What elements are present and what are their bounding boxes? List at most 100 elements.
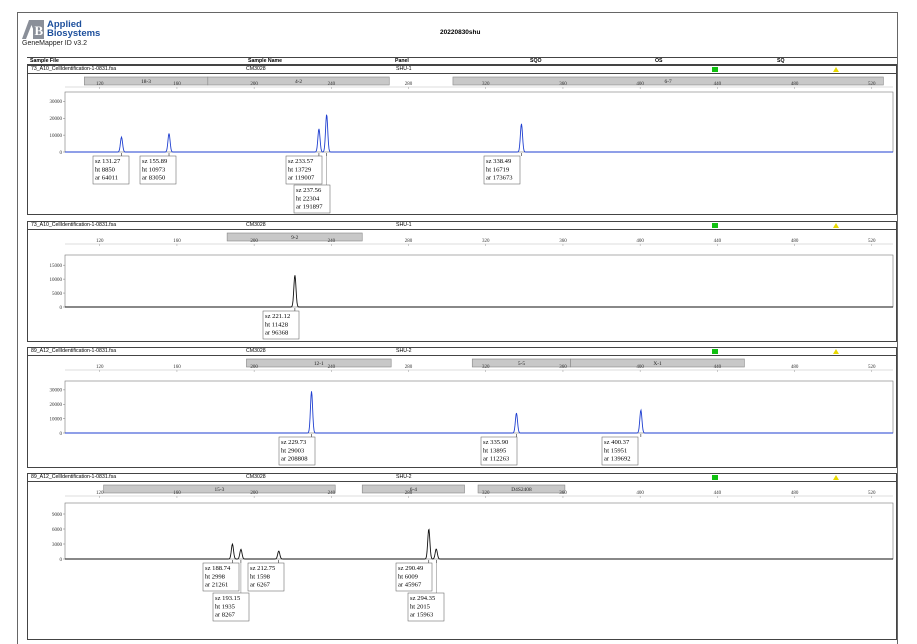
y-tick-label: 20000 xyxy=(50,403,63,408)
x-tick-label: 480 xyxy=(791,365,799,370)
y-tick-label: 0 xyxy=(60,558,63,563)
peak-label-line: ht 22304 xyxy=(296,195,320,202)
bin-label: 4-2 xyxy=(295,79,302,85)
peak-label-line: sz 229.73 xyxy=(281,439,307,446)
peak-label-line: ht 15951 xyxy=(604,447,627,454)
x-tick-label: 520 xyxy=(868,365,876,370)
x-tick-label: 400 xyxy=(636,365,644,370)
sample-info-row: 73_A10_CellIdentification-1-0831.fsa CM3… xyxy=(28,66,896,74)
x-tick-label: 240 xyxy=(328,239,336,244)
peak-label: sz 188.74ht 2998 ar 21261 xyxy=(202,562,240,592)
x-tick-label: 280 xyxy=(405,239,413,244)
x-tick-label: 200 xyxy=(250,239,258,244)
plot-frame xyxy=(64,502,894,560)
peak-label: sz 212.75ht 1598 ar 6267 xyxy=(247,562,285,592)
run-title: 20220830shu xyxy=(440,29,481,36)
x-tick-label: 240 xyxy=(328,365,336,370)
y-tick-label: 0 xyxy=(60,151,63,156)
sample-file: 73_A10_CellIdentification-1-0831.fsa xyxy=(31,222,117,228)
svg-text:B: B xyxy=(35,23,44,38)
peak-label-line: ht 1598 xyxy=(250,573,271,580)
col-sq: SQ xyxy=(777,58,785,64)
x-tick-label: 240 xyxy=(328,491,336,496)
x-tick-label: 360 xyxy=(559,491,567,496)
peak-label-line: ar 191897 xyxy=(296,204,323,211)
x-tick-label: 520 xyxy=(868,239,876,244)
electropherogram-panel-3: 89_A12_CellIdentification-1-0831.fsa CM3… xyxy=(27,347,897,468)
y-tick-label: 3000 xyxy=(52,543,63,548)
sample-name: CM3028 xyxy=(246,66,266,72)
peak-label-line: sz 155.89 xyxy=(142,158,168,165)
electropherogram-plot-2: 9-2 120 160 200 240 280 320 360 400 440 480 520 0 500… xyxy=(50,232,894,340)
col-panel: Panel xyxy=(395,58,409,64)
sample-info-row: 89_A12_CellIdentification-1-0831.fsa CM3… xyxy=(28,348,896,356)
x-tick-label: 280 xyxy=(405,82,413,87)
sample-file: 89_A12_CellIdentification-1-0831.fsa xyxy=(31,348,117,354)
x-tick-label: 200 xyxy=(250,365,258,370)
x-tick-label: 200 xyxy=(250,491,258,496)
peak-label: sz 155.89ht 10973 ar 83050 xyxy=(139,155,177,185)
sample-name: CM3028 xyxy=(246,222,266,228)
x-tick-label: 120 xyxy=(96,82,104,87)
peak-label: sz 221.12ht 11428 ar 96368 xyxy=(262,310,300,340)
logo-line-2: Biosystems xyxy=(47,28,101,39)
x-tick-label: 400 xyxy=(636,82,644,87)
peak-label: sz 229.73ht 29003 ar 208808 xyxy=(278,436,316,466)
peak-label-line: sz 221.12 xyxy=(265,313,290,320)
x-tick-label: 440 xyxy=(714,491,722,496)
logo-text: Applied Biosystems xyxy=(47,20,101,39)
peak-label-line: ar 83050 xyxy=(142,175,166,182)
sample-file: 73_A10_CellIdentification-1-0831.fsa xyxy=(31,66,117,72)
bin-label: 6-7 xyxy=(665,79,672,85)
x-tick-label: 360 xyxy=(559,239,567,244)
peak-label-line: ar 208808 xyxy=(281,456,308,463)
peak-label-line: ar 64011 xyxy=(95,175,118,182)
bin-label: X-1 xyxy=(653,361,662,367)
x-tick-label: 120 xyxy=(96,239,104,244)
peak-label-line: ar 45967 xyxy=(398,582,422,589)
y-tick-label: 10000 xyxy=(50,134,63,139)
x-tick-label: 320 xyxy=(482,491,490,496)
peak-label-line: ar 8267 xyxy=(215,612,236,619)
bin-label: 9-2 xyxy=(291,235,298,241)
peak-label-line: sz 193.15 xyxy=(215,595,241,602)
y-tick-label: 20000 xyxy=(50,117,63,122)
col-sample-file: Sample File xyxy=(30,58,59,64)
sq-pass-icon xyxy=(712,475,718,480)
ab-logo-icon: B xyxy=(22,20,44,39)
y-tick-label: 5000 xyxy=(52,292,63,297)
peak-label-line: ar 6267 xyxy=(250,582,271,589)
y-tick-label: 6000 xyxy=(52,528,63,533)
x-tick-label: 280 xyxy=(405,365,413,370)
y-tick-label: 9000 xyxy=(52,513,63,518)
sq-pass-icon xyxy=(712,223,718,228)
x-tick-label: 520 xyxy=(868,491,876,496)
peak-label-line: ht 11428 xyxy=(265,321,289,328)
col-os: OS xyxy=(655,58,663,64)
peak-label-line: ht 29003 xyxy=(281,447,305,454)
x-tick-label: 320 xyxy=(482,239,490,244)
peak-label-line: sz 233.57 xyxy=(288,158,314,165)
x-tick-label: 160 xyxy=(173,82,181,87)
panel-name: SHU-2 xyxy=(396,348,412,354)
peak-label-line: ar 96368 xyxy=(265,330,289,337)
sqo-warning-icon xyxy=(833,67,839,72)
peak-label-line: ar 139692 xyxy=(604,456,631,463)
bin-label: 12-1 xyxy=(314,361,324,367)
sample-name: CM3028 xyxy=(246,474,266,480)
y-tick-label: 30000 xyxy=(50,100,63,105)
x-tick-label: 160 xyxy=(173,365,181,370)
peak-label-line: sz 290.49 xyxy=(398,565,424,572)
peak-label-line: ht 8850 xyxy=(95,166,116,173)
peak-label: sz 335.90ht 13895 ar 112263 xyxy=(480,436,518,466)
panel-name: SHU-2 xyxy=(396,474,412,480)
x-tick-label: 120 xyxy=(96,365,104,370)
col-sqo: SQO xyxy=(530,58,542,64)
x-tick-label: 480 xyxy=(791,82,799,87)
peak-label-line: sz 335.90 xyxy=(483,439,509,446)
sqo-warning-icon xyxy=(833,223,839,228)
panel-name: SHU-1 xyxy=(396,66,412,72)
x-tick-label: 280 xyxy=(405,491,413,496)
signal-trace xyxy=(65,528,893,560)
signal-trace xyxy=(65,275,893,308)
